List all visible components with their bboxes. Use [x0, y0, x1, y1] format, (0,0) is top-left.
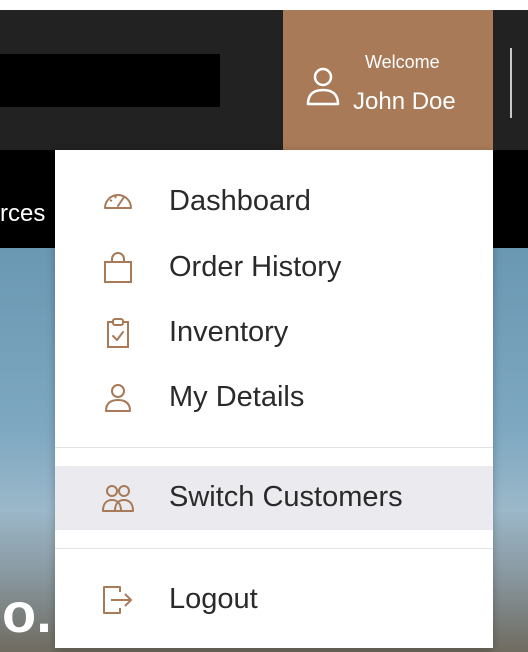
shopping-bag-icon	[104, 252, 132, 283]
account-dropdown-menu: Dashboard Order History Inventory My Det…	[55, 150, 493, 648]
user-icon	[306, 67, 340, 106]
menu-item-label: My Details	[169, 381, 305, 413]
menu-item-inventory[interactable]: Inventory	[55, 301, 493, 365]
header-divider	[510, 48, 512, 118]
user-icon	[105, 384, 131, 412]
menu-divider	[55, 447, 493, 448]
users-icon	[102, 485, 134, 512]
logout-icon	[103, 586, 132, 614]
menu-item-label: Switch Customers	[169, 481, 403, 513]
clipboard-check-icon	[107, 318, 129, 348]
menu-item-dashboard[interactable]: Dashboard	[55, 170, 493, 234]
hero-heading-partial: o.	[2, 581, 52, 644]
search-input[interactable]	[0, 54, 220, 107]
account-menu-button[interactable]: Welcome John Doe	[283, 10, 493, 150]
menu-item-label: Logout	[169, 583, 258, 615]
menu-item-label: Inventory	[169, 316, 289, 348]
menu-item-logout[interactable]: Logout	[55, 568, 493, 632]
user-name: John Doe	[353, 88, 456, 115]
menu-divider	[55, 548, 493, 549]
menu-item-label: Dashboard	[169, 185, 311, 217]
nav-item-partial[interactable]: rces	[0, 200, 45, 228]
menu-item-my-details[interactable]: My Details	[55, 366, 493, 430]
menu-item-order-history[interactable]: Order History	[55, 236, 493, 300]
dashboard-gauge-icon	[104, 194, 132, 209]
welcome-label: Welcome	[365, 52, 440, 72]
menu-item-label: Order History	[169, 251, 342, 283]
menu-item-switch-customers[interactable]: Switch Customers	[55, 466, 493, 530]
top-strip	[0, 0, 528, 10]
